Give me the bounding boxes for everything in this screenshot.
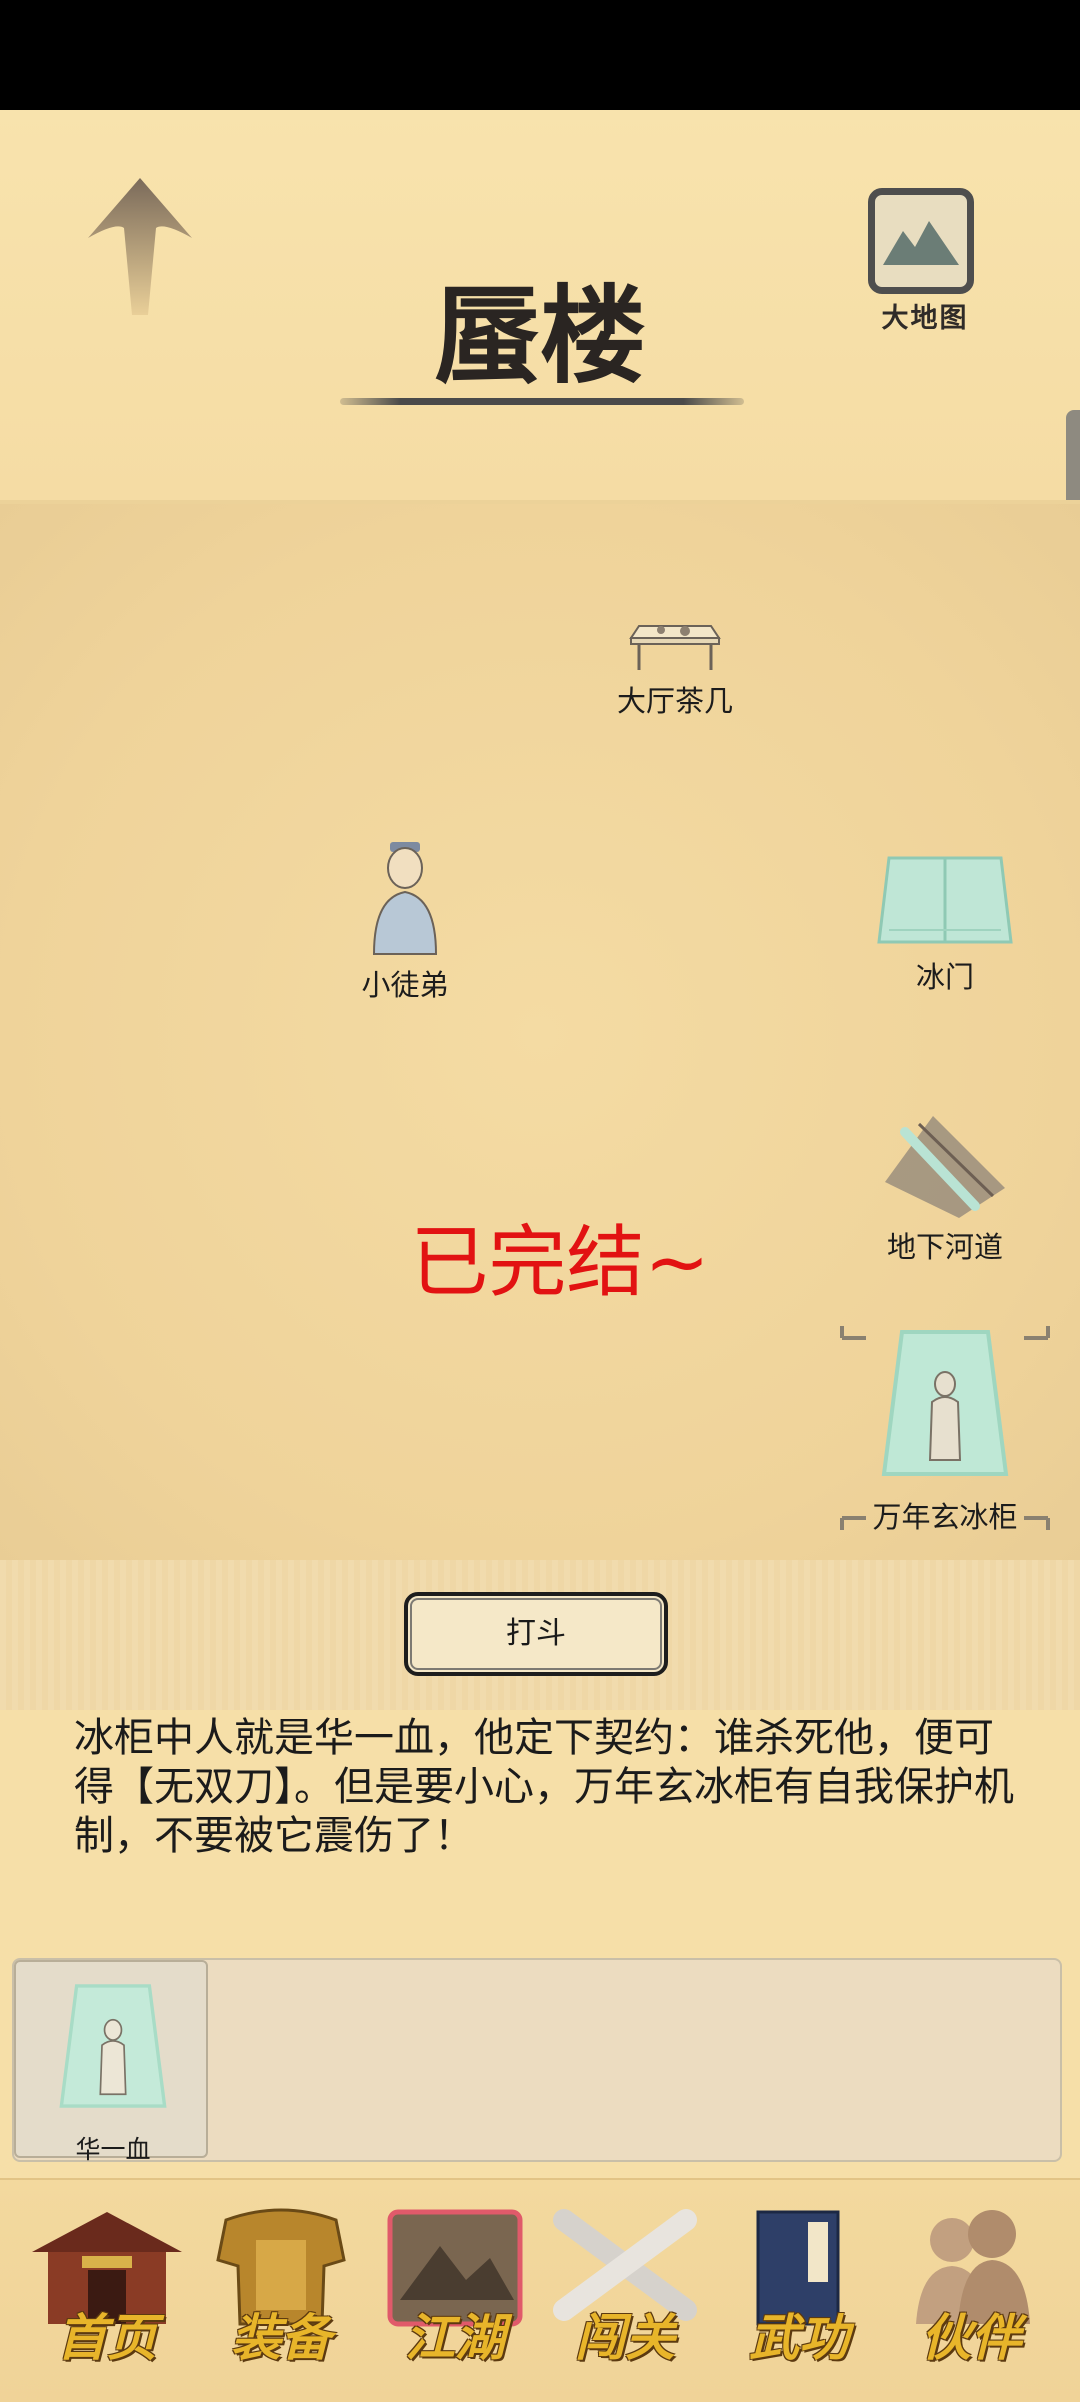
nav-partner[interactable]: 伙伴 xyxy=(886,2200,1056,2370)
title-underline xyxy=(340,398,744,405)
nav-martial-arts[interactable]: 武功 xyxy=(714,2200,884,2370)
tray-item[interactable]: 华一血 xyxy=(14,1960,208,2164)
world-map-label: 大地图 xyxy=(881,303,969,334)
tray-item-label: 华一血 xyxy=(75,2135,151,2164)
nav-label: 装备 xyxy=(231,2308,331,2367)
status-ended-text: 已完结~ xyxy=(410,1218,710,1308)
mountain-icon xyxy=(868,188,974,294)
description-text: 冰柜中人就是华一血，他定下契约：谁杀死他，便可得【无双刀】。但是要小心，万年玄冰… xyxy=(74,1715,1014,1859)
scene-object-underground-river[interactable]: 地下河道 xyxy=(870,1110,1020,1266)
underground-river-icon xyxy=(885,1116,1005,1218)
nav-label: 首页 xyxy=(57,2308,157,2367)
ice-cabinet-icon xyxy=(881,1330,1009,1476)
scene-object-label: 大厅茶几 xyxy=(616,684,733,718)
scene-object-label: 小徒弟 xyxy=(361,968,449,1002)
nav-equipment[interactable]: 装备 xyxy=(196,2200,366,2370)
scene-object-ice-cabinet[interactable]: 万年玄冰柜 xyxy=(840,1322,1050,1534)
scene-object-ice-door[interactable]: 冰门 xyxy=(870,850,1020,996)
world-map-button[interactable]: 大地图 xyxy=(862,188,988,338)
nav-home[interactable]: 首页 xyxy=(22,2200,192,2370)
apprentice-icon xyxy=(372,842,438,955)
nav-challenge[interactable]: 闯关 xyxy=(540,2200,710,2370)
fight-button[interactable]: 打斗 xyxy=(404,1592,668,1676)
nav-label: 闯关 xyxy=(575,2308,675,2367)
tea-table-icon xyxy=(629,625,721,670)
nav-jianghu[interactable]: 江湖 xyxy=(370,2200,540,2370)
status-bar xyxy=(0,0,1080,110)
nav-label: 江湖 xyxy=(405,2308,505,2367)
scene-object-label: 万年玄冰柜 xyxy=(872,1500,1018,1534)
ice-cabinet-icon xyxy=(59,1984,167,2108)
scene-object-apprentice[interactable]: 小徒弟 xyxy=(330,838,480,1004)
scene-object-label: 地下河道 xyxy=(886,1230,1003,1264)
nav-label: 伙伴 xyxy=(921,2308,1021,2367)
character-tray: 华一血 xyxy=(12,1958,1062,2164)
scene-object-label: 冰门 xyxy=(915,960,974,994)
scene-object-tea-table[interactable]: 大厅茶几 xyxy=(600,612,750,720)
nav-label: 武功 xyxy=(749,2308,849,2367)
ice-door-icon xyxy=(877,856,1013,944)
